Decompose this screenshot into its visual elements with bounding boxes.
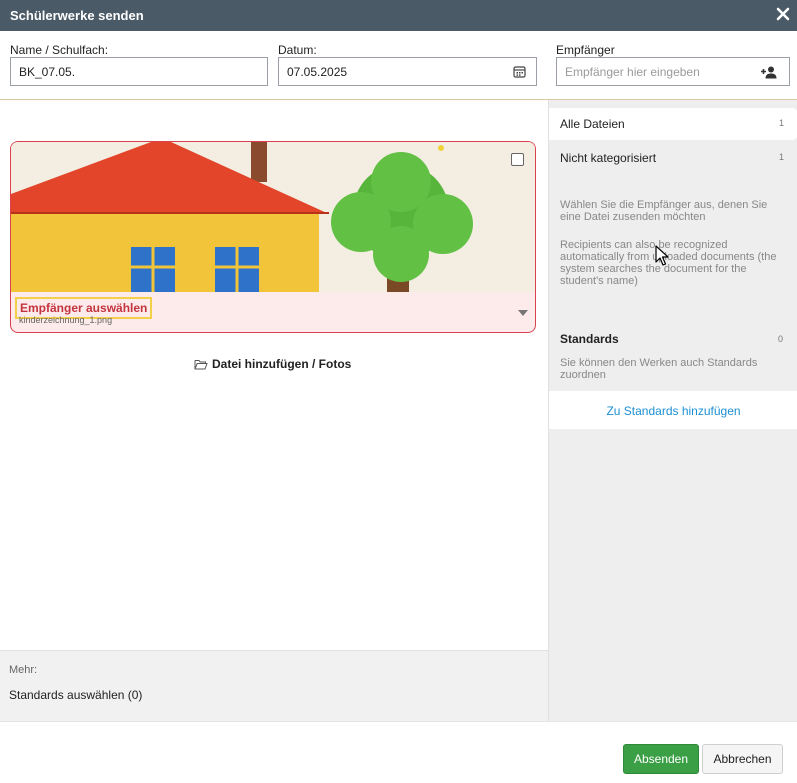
file-thumbnail (11, 142, 535, 292)
standards-select-link[interactable]: Standards auswählen (0) (9, 688, 142, 702)
calendar-icon[interactable] (513, 65, 526, 78)
add-standards-box: Zu Standards hinzufügen (549, 391, 797, 429)
dialog-title: Schülerwerke senden (10, 8, 144, 23)
sidebar-item-uncategorized[interactable]: Nicht kategorisiert 1 (549, 142, 797, 174)
add-file-button[interactable]: Datei hinzufügen / Fotos (194, 357, 351, 373)
file-name: kinderzeichnung_1.png (19, 315, 113, 325)
chevron-down-icon[interactable] (518, 310, 528, 316)
file-card[interactable]: Empfänger auswählen kinderzeichnung_1.pn… (10, 141, 536, 333)
standards-title: Standards (560, 332, 619, 346)
standards-hint: Sie können den Werken auch Standards zuo… (560, 357, 758, 381)
sidebar-item-label: Alle Dateien (560, 117, 625, 131)
send-button[interactable]: Absenden (623, 744, 699, 774)
date-label: Datum: (278, 43, 317, 57)
sidebar-item-label: Nicht kategorisiert (560, 151, 657, 165)
dialog-footer: Absenden Abbrechen (0, 721, 797, 783)
mouse-cursor-icon (655, 245, 669, 266)
name-field-wrapper (10, 57, 268, 86)
cancel-button[interactable]: Abbrechen (702, 744, 783, 774)
more-label: Mehr: (9, 664, 38, 676)
sidebar-item-count: 1 (778, 152, 784, 162)
name-label: Name / Schulfach: (10, 43, 109, 57)
close-icon[interactable] (776, 7, 790, 21)
standards-count: 0 (777, 334, 783, 344)
date-field-wrapper (278, 57, 537, 86)
dialog-titlebar: Schülerwerke senden (0, 0, 797, 31)
auto-recognition-hint: Recipients can also be recognized automa… (560, 239, 777, 287)
add-standards-link[interactable]: Zu Standards hinzufügen (549, 404, 797, 418)
recipient-input[interactable] (557, 58, 789, 85)
recipient-field-wrapper (556, 57, 790, 86)
date-input[interactable] (279, 58, 536, 85)
add-user-icon[interactable] (760, 66, 779, 79)
sidebar: Alle Dateien 1 Nicht kategorisiert 1 Wäh… (548, 100, 797, 721)
sidebar-item-all-files[interactable]: Alle Dateien 1 (549, 108, 797, 140)
more-section: Mehr: Standards auswählen (0) (0, 650, 548, 721)
sidebar-item-count: 1 (778, 118, 784, 128)
folder-open-icon (194, 359, 208, 373)
file-select-checkbox[interactable] (511, 153, 524, 166)
name-input[interactable] (11, 58, 267, 85)
add-file-label: Datei hinzufügen / Fotos (212, 357, 352, 371)
recipient-hint: Wählen Sie die Empfänger aus, denen Sie … (560, 199, 768, 223)
recipient-label: Empfänger (556, 43, 615, 57)
